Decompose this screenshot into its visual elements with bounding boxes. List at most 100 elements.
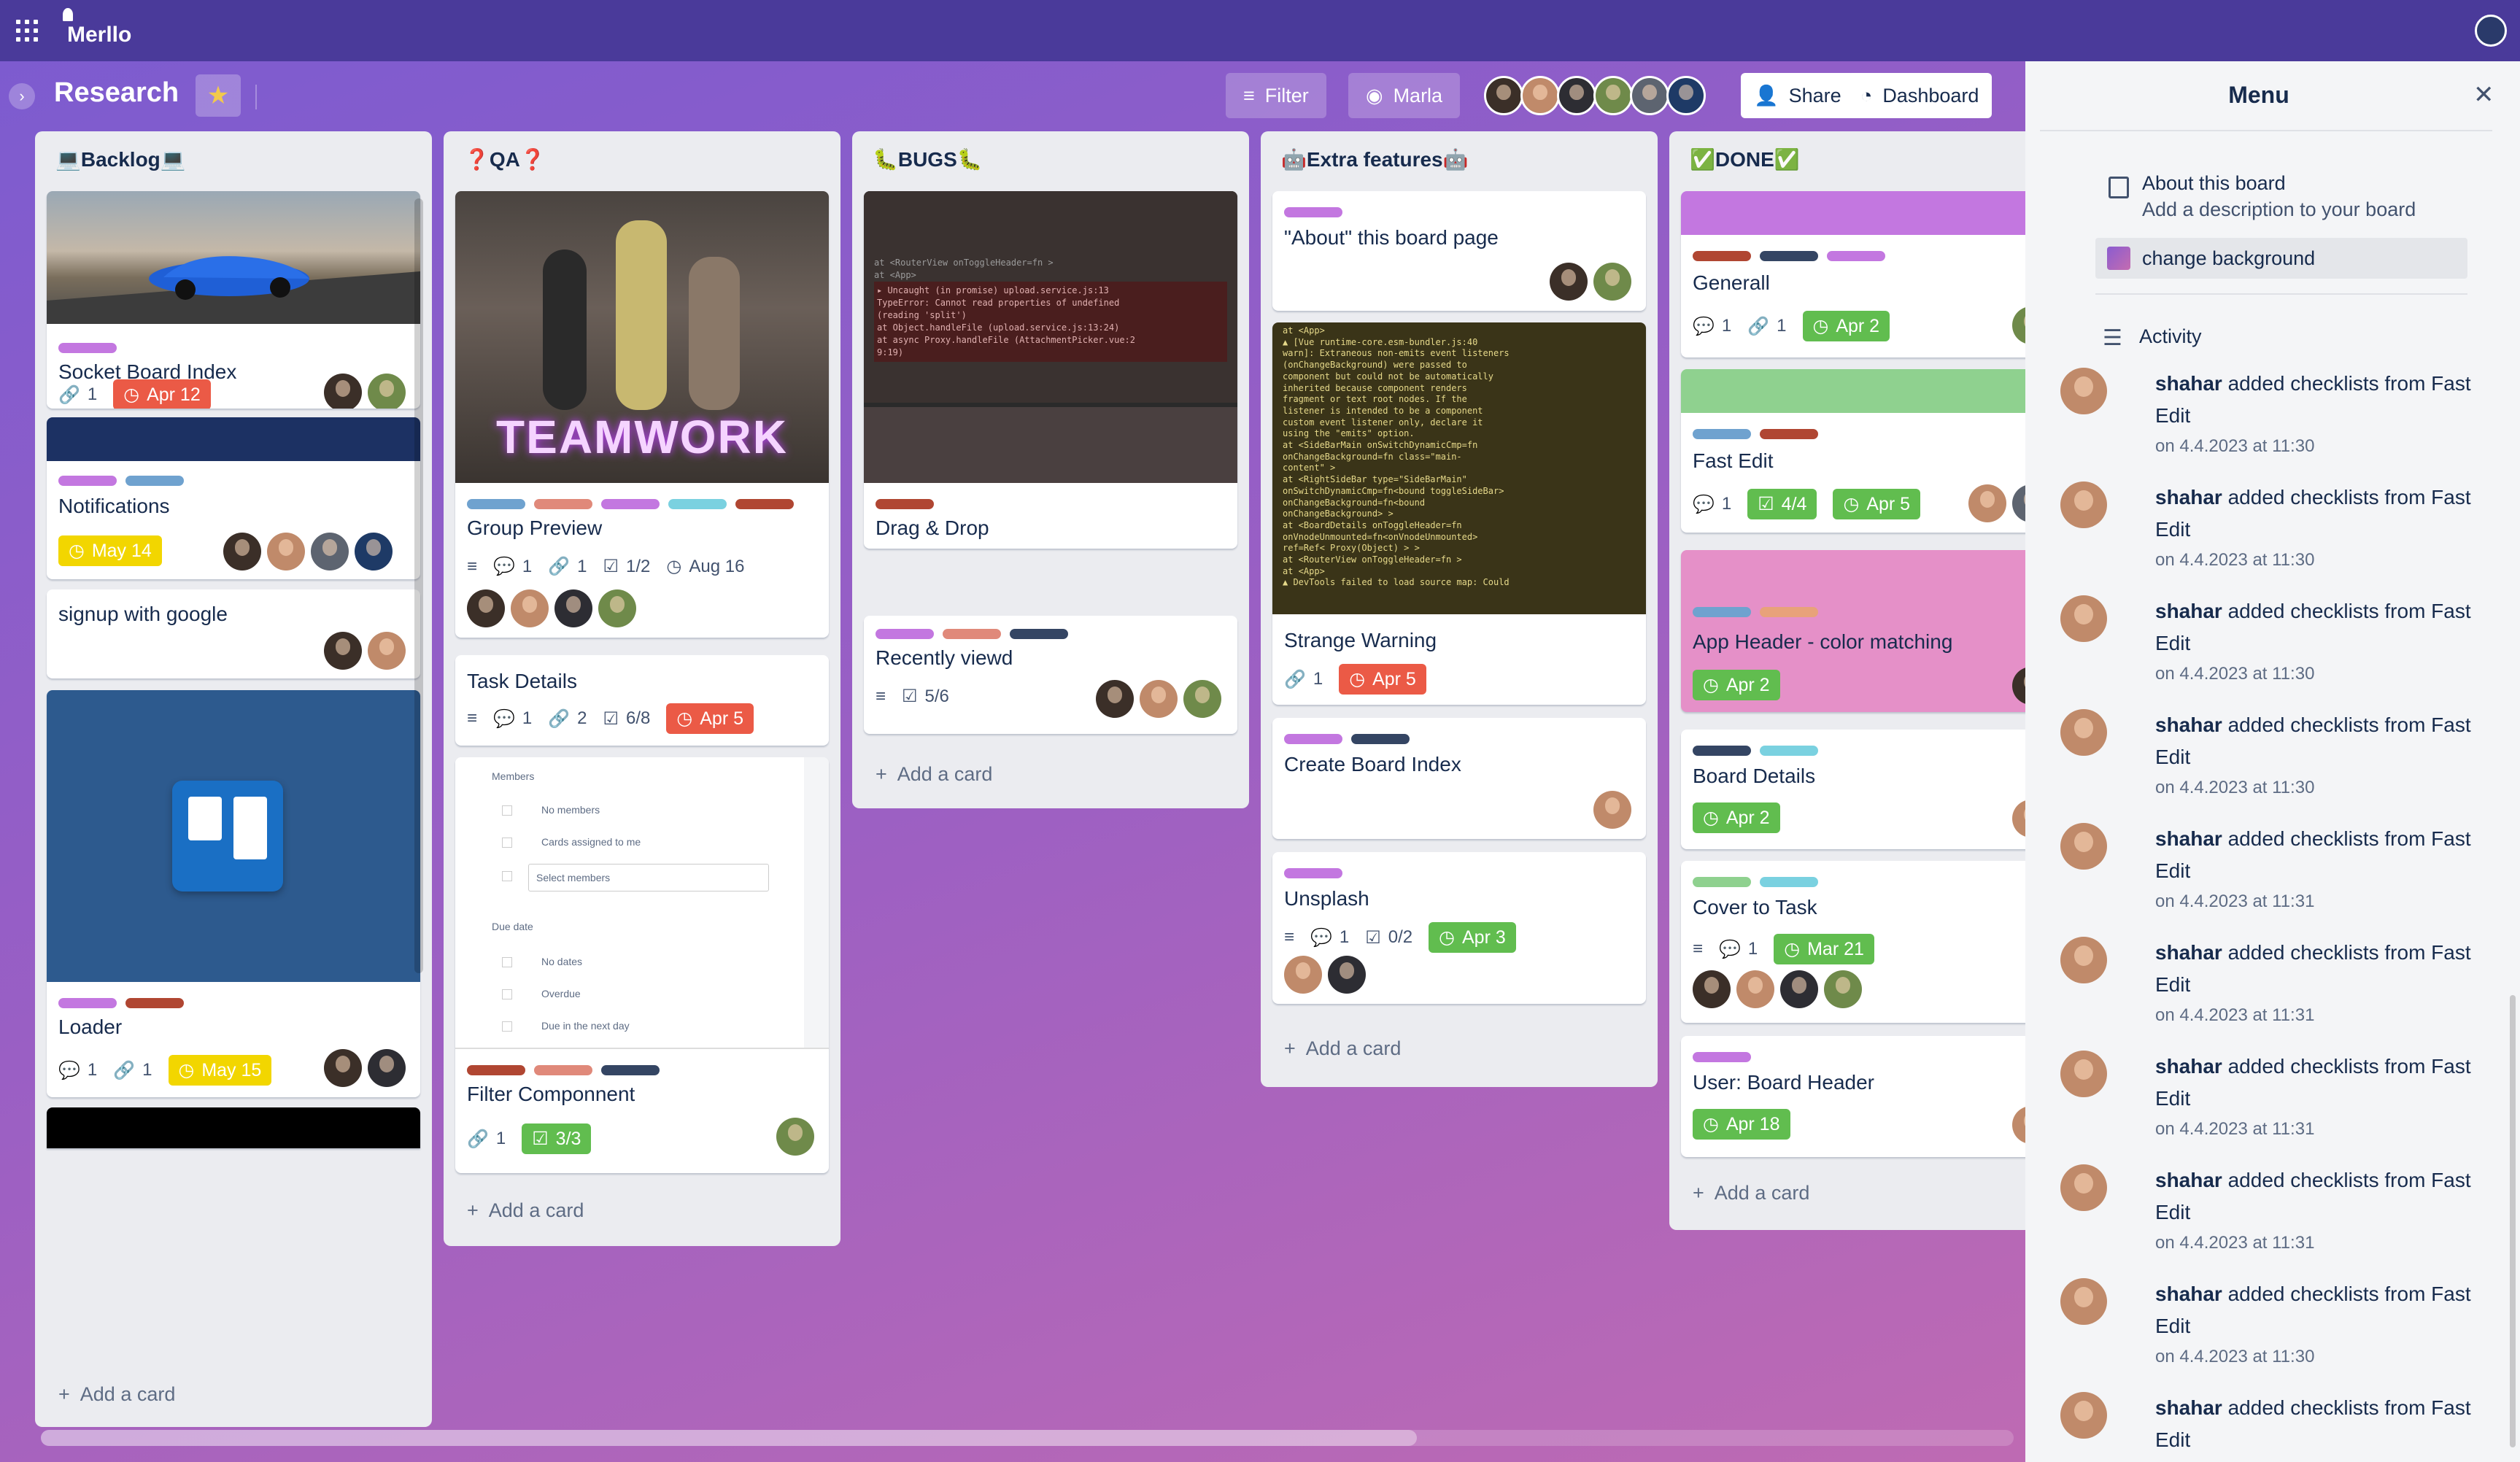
due-date-badge[interactable]: ◷ Apr 3 [1429, 922, 1516, 953]
due-date-badge[interactable]: ◷ Apr 18 [1693, 1109, 1790, 1140]
add-card-button[interactable]: + Add a card [1284, 1037, 1401, 1060]
list-title[interactable]: ❓QA❓ [464, 147, 546, 171]
user-filter-button[interactable]: ◉ Marla [1348, 73, 1461, 118]
add-card-button[interactable]: + Add a card [58, 1383, 175, 1406]
label [1284, 868, 1342, 878]
due-date: Apr 2 [1725, 674, 1770, 695]
card-group-preview[interactable]: TEAMWORK Group Preview ≡ 💬 1 🔗 1 ☑ 1/2 ◷ Aug… [455, 191, 829, 638]
activity-time: on 4.4.2023 at 11:30 [2155, 778, 2315, 797]
board-title[interactable]: Research [54, 77, 179, 109]
share-button[interactable]: 👤 Share [1741, 73, 1855, 118]
card-labels [876, 499, 934, 509]
member-avatar [2012, 306, 2025, 344]
header-divider [255, 85, 257, 109]
board-scrollbar-thumb[interactable] [41, 1430, 1417, 1446]
member-avatar[interactable] [1557, 76, 1596, 115]
about-board-title[interactable]: About this board [2142, 172, 2286, 195]
app-logo[interactable]: Merllo [63, 8, 131, 47]
card-drag-drop[interactable]: at <RouterView onToggleHeader=fn > at <A… [864, 191, 1237, 549]
member-avatar[interactable] [1484, 76, 1523, 115]
member-avatar[interactable] [1666, 76, 1706, 115]
checkbox-icon: ☑ [1758, 494, 1774, 514]
due-date-badge[interactable]: ◷ Apr 5 [1833, 489, 1921, 519]
list-title[interactable]: ✅DONE✅ [1690, 147, 1800, 171]
add-card-button[interactable]: + Add a card [876, 763, 992, 786]
card-task-details[interactable]: Task Details ≡ 💬 1 🔗 2 ☑ 6/8 ◷ Apr 5 [455, 655, 829, 746]
card-app-header[interactable]: App Header - color matching ◷ Apr 2 [1681, 550, 2025, 712]
card-cover-color [1681, 369, 2025, 413]
card-create-board-index[interactable]: Create Board Index [1272, 718, 1646, 839]
card-signup-with-google[interactable]: signup with google [47, 589, 420, 678]
card-title: Notifications [58, 495, 170, 517]
card-labels [58, 476, 184, 486]
due-date-badge[interactable]: ◷ Apr 5 [1339, 664, 1426, 695]
activity-user: shahar [2155, 1396, 2222, 1419]
card-cover-image [47, 690, 420, 982]
due-date-badge[interactable]: ◷ Mar 21 [1774, 934, 1874, 964]
menu-divider [2040, 130, 2492, 131]
card-unsplash[interactable]: Unsplash ≡ 💬 1 ☑ 0/2 ◷ Apr 3 [1272, 852, 1646, 1004]
apps-grid-icon[interactable] [16, 20, 38, 42]
due-date-badge[interactable]: ◷ May 15 [168, 1055, 272, 1086]
card-filter-componnent[interactable]: Members No members Cards assigned to me … [455, 757, 829, 1173]
console-line: at async Proxy.handleFile (AttachmentPic… [877, 335, 1136, 345]
card-title: Fast Edit [1693, 449, 1774, 472]
member-avatar [1140, 680, 1178, 718]
card-about-board-page[interactable]: "About" this board page [1272, 191, 1646, 311]
card-labels [876, 629, 1068, 639]
card-fast-edit[interactable]: Fast Edit 💬 1 ☑ 4/4 ◷ Apr 5 [1681, 369, 2025, 533]
card-socket-board-index[interactable]: Socket Board Index 🔗 1 ◷ Apr 12 [47, 191, 420, 409]
card-partial[interactable] [47, 1107, 420, 1148]
user-avatar[interactable] [2475, 15, 2507, 47]
card-loader[interactable]: Loader 💬 1 🔗 1 ◷ May 15 [47, 690, 420, 1097]
due-date-badge[interactable]: ◷ Aug 16 [666, 556, 744, 577]
add-card-button[interactable]: + Add a card [467, 1199, 584, 1222]
dashboard-label: Dashboard [1882, 84, 1979, 107]
list-title[interactable]: 🤖Extra features🤖 [1281, 147, 1468, 171]
due-date-badge[interactable]: ◷ Apr 5 [666, 703, 754, 734]
avatar [2060, 368, 2107, 414]
card-notifications[interactable]: Notifications ◷ May 14 [47, 417, 420, 579]
card-strange-warning[interactable]: at <App> ▲ [Vue runtime-core.esm-bundler… [1272, 322, 1646, 705]
radio-icon: ◉ [1366, 84, 1383, 107]
member-avatar[interactable] [1593, 76, 1633, 115]
card-recently-viewd[interactable]: Recently viewd ≡ ☑ 5/6 [864, 616, 1237, 734]
card-generall[interactable]: Generall 💬 1 🔗 1 ◷ Apr 2 [1681, 191, 2025, 357]
card-user-board-header[interactable]: User: Board Header ◷ Apr 18 [1681, 1036, 2025, 1157]
due-date-badge[interactable]: ◷ Apr 2 [1802, 311, 1890, 341]
list-scrollbar[interactable] [414, 198, 423, 973]
card-cover-to-task[interactable]: Cover to Task ≡ 💬 1 ◷ Mar 21 [1681, 861, 2025, 1023]
member-avatar [368, 1049, 406, 1087]
label [58, 998, 117, 1008]
dashboard-button[interactable]: ◔ Dashboard [1847, 73, 1993, 118]
star-board-button[interactable]: ★ [196, 74, 241, 117]
card-members [1968, 484, 2025, 522]
list-title[interactable]: 🐛BUGS🐛 [873, 147, 983, 171]
due-date-badge[interactable]: ◷ Apr 2 [1693, 670, 1780, 700]
add-card-button[interactable]: + Add a card [1693, 1182, 1809, 1204]
filter-button[interactable]: ≡ Filter [1226, 73, 1326, 118]
comment-icon: 💬 [1310, 927, 1332, 948]
filter-preview-screenshot: Members No members Cards assigned to me … [455, 757, 804, 1048]
due-date-badge[interactable]: ◷ May 14 [58, 535, 162, 566]
card-labels [58, 998, 184, 1008]
due-date-badge[interactable]: ◷ Apr 12 [113, 379, 211, 409]
close-icon[interactable]: ✕ [2473, 80, 2494, 109]
member-avatar[interactable] [1520, 76, 1560, 115]
about-board-subtitle[interactable]: Add a description to your board [2142, 198, 2416, 221]
activity-time: on 4.4.2023 at 11:31 [2155, 1005, 2315, 1025]
card-title: App Header - color matching [1693, 630, 1953, 653]
plus-icon: + [58, 1383, 70, 1405]
console-line: inherited because component renders [1283, 382, 1467, 393]
menu-scrollbar[interactable] [2510, 995, 2516, 1447]
list-title[interactable]: 💻Backlog💻 [55, 147, 186, 171]
card-board-details[interactable]: Board Details ◷ Apr 2 [1681, 730, 2025, 849]
card-title: Board Details [1693, 765, 1816, 787]
due-date-badge[interactable]: ◷ Apr 2 [1693, 802, 1780, 833]
checklist-count: 4/4 [1781, 493, 1807, 514]
change-background-button[interactable]: change background [2095, 238, 2467, 279]
member-avatar[interactable] [1630, 76, 1669, 115]
sidebar-expand-button[interactable]: › [9, 83, 35, 109]
member-avatar [355, 533, 393, 571]
menu-panel: Menu ✕ About this board Add a descriptio… [2025, 61, 2520, 1462]
